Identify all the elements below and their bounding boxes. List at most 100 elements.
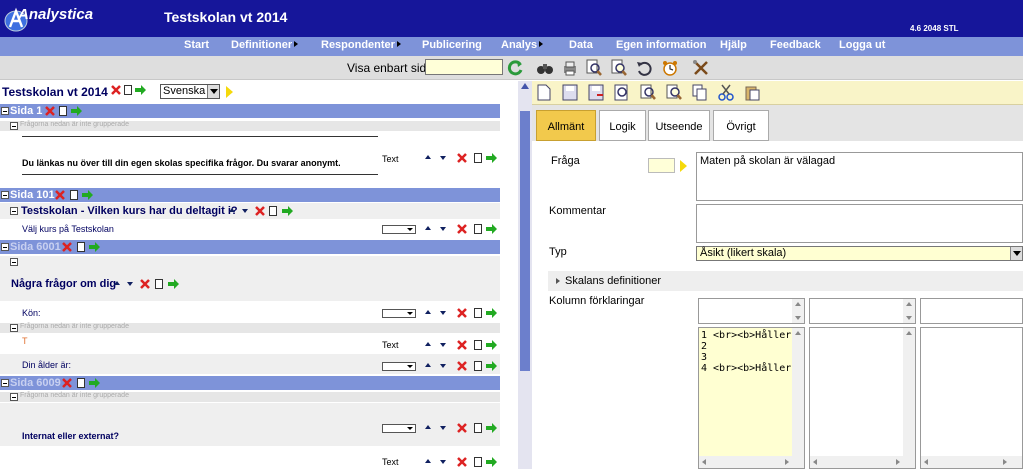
menu-analys[interactable]: Analys [501,39,544,51]
question-course[interactable]: Välj kurs på Testskolan [22,224,114,234]
delete-icon[interactable] [457,361,467,371]
go-arrow-icon[interactable] [486,153,497,163]
paste-icon[interactable] [744,84,760,101]
type-select[interactable]: Åsikt (likert skala) [696,246,1023,261]
go-arrow-icon[interactable] [486,361,497,371]
logo-text[interactable]: Analystica [18,6,93,23]
go-arrow-icon[interactable] [135,85,146,95]
question-type-select[interactable] [382,225,416,234]
document-icon[interactable] [124,85,132,95]
page-header-sida-6001[interactable]: Sida 6001 [0,240,500,254]
document-icon[interactable] [474,361,482,371]
move-up-icon[interactable] [425,155,431,159]
column-explanation-textarea-3[interactable] [920,327,1023,469]
move-down-icon[interactable] [440,227,446,231]
document-icon[interactable] [474,224,482,234]
document-icon[interactable] [474,153,482,163]
move-up-icon[interactable] [229,208,235,212]
go-arrow-icon[interactable] [168,279,179,289]
move-down-icon[interactable] [440,156,446,160]
go-arrow-icon[interactable] [89,242,100,252]
menu-start[interactable]: Start [184,39,209,51]
scrollbar[interactable] [903,299,915,323]
go-arrow-icon[interactable] [89,378,100,388]
document-icon[interactable] [59,106,67,116]
menu-definitioner[interactable]: Definitioner [231,39,299,51]
document-icon[interactable] [269,206,277,216]
go-arrow-icon[interactable] [486,308,497,318]
menu-respondenter[interactable]: Respondenter [321,39,401,51]
zoom-out-icon[interactable] [610,59,628,77]
save-as-icon[interactable] [588,84,604,101]
page-header-sida-6009[interactable]: Sida 6009 [0,376,500,390]
scrollbar[interactable] [921,456,1022,468]
delete-icon[interactable] [140,279,150,289]
question-type-select[interactable] [382,424,416,433]
delete-icon[interactable] [45,106,55,116]
collapse-icon[interactable] [10,324,18,332]
zoom-page-icon[interactable] [614,84,630,101]
delete-icon[interactable] [62,242,72,252]
scrollbar[interactable] [792,299,804,323]
menu-publicering[interactable]: Publicering [422,39,482,51]
zoom-in-icon[interactable] [640,84,656,101]
tab-utseende[interactable]: Utseende [648,110,710,141]
scroll-thumb[interactable] [520,111,530,371]
go-arrow-icon[interactable] [82,190,93,200]
document-icon[interactable] [155,279,163,289]
document-icon[interactable] [474,340,482,350]
collapse-icon[interactable] [10,258,18,266]
scale-definitions-toggle[interactable]: Skalans definitioner [548,271,1023,291]
go-arrow-icon[interactable] [282,206,293,216]
menu-logga-ut[interactable]: Logga ut [839,39,885,51]
move-down-icon[interactable] [440,364,446,368]
alarm-clock-icon[interactable] [661,59,679,77]
delete-icon[interactable] [457,153,467,163]
binoculars-icon[interactable] [536,59,554,77]
column-explanation-textarea-1[interactable]: 1 <br><b>Håller int 2 3 4 <br><b>Håller … [698,327,805,469]
move-down-icon[interactable] [242,209,248,213]
go-arrow-icon[interactable] [71,106,82,116]
delete-icon[interactable] [457,457,467,467]
column-header-input-2[interactable] [809,298,916,324]
collapse-icon[interactable] [1,107,9,115]
go-arrow-icon[interactable] [486,423,497,433]
language-select[interactable]: Svenska [160,84,220,99]
column-header-input-3[interactable] [920,298,1023,324]
scroll-up-icon[interactable] [521,83,529,89]
question-t[interactable]: T [22,336,28,346]
menu-feedback[interactable]: Feedback [770,39,821,51]
document-icon[interactable] [474,457,482,467]
column-explanation-textarea-2[interactable] [809,327,916,469]
question-type-select[interactable] [382,309,416,318]
move-up-icon[interactable] [425,459,431,463]
delete-icon[interactable] [457,224,467,234]
save-icon[interactable] [562,84,578,101]
scrollbar[interactable] [810,456,915,468]
tab-logik[interactable]: Logik [599,110,646,141]
question-gender[interactable]: Kön: [22,308,41,318]
question-textarea[interactable]: Maten på skolan är välagad [696,152,1023,201]
tab-ovrigt[interactable]: Övrigt [713,110,769,141]
refresh-icon[interactable] [506,59,524,77]
document-icon[interactable] [77,242,85,252]
move-up-icon[interactable] [425,342,431,346]
document-icon[interactable] [70,190,78,200]
comment-textarea[interactable] [696,204,1023,243]
go-arrow-icon[interactable] [486,457,497,467]
zoom-in-icon[interactable] [585,59,603,77]
cut-icon[interactable] [718,84,734,101]
zoom-out-icon[interactable] [666,84,682,101]
question-internal[interactable]: Internat eller externat? [22,431,119,441]
tools-icon[interactable] [692,59,710,77]
new-document-icon[interactable] [536,84,552,101]
copy-icon[interactable] [692,84,708,101]
scrollbar[interactable] [903,328,915,468]
question-type-select[interactable] [382,362,416,371]
undo-icon[interactable] [635,59,653,77]
show-page-input[interactable] [425,59,503,75]
delete-icon[interactable] [55,190,65,200]
delete-icon[interactable] [255,206,265,216]
printer-icon[interactable] [561,59,579,77]
move-down-icon[interactable] [440,343,446,347]
